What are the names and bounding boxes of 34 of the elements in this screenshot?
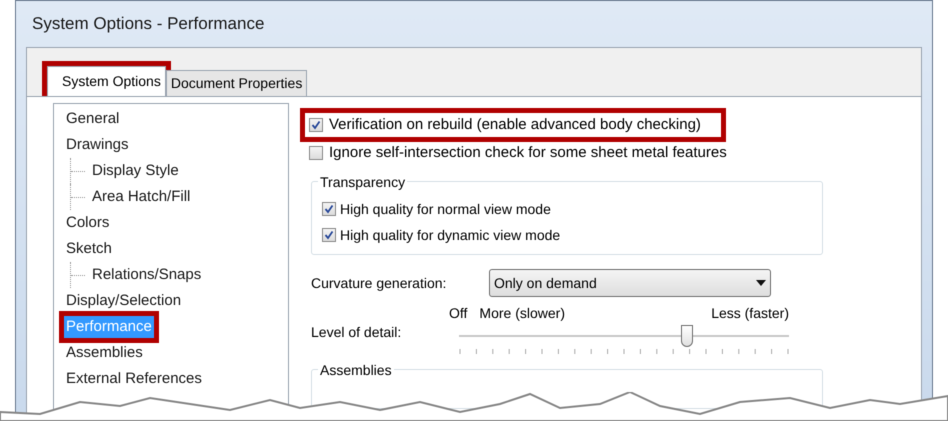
tab[interactable]: Document Properties bbox=[166, 70, 308, 96]
option-label: Ignore self-intersection check for some sheet metal features bbox=[329, 142, 727, 163]
scale-label: Off bbox=[449, 304, 468, 322]
option-label: High quality for normal view mode bbox=[340, 200, 551, 219]
field-label: Curvature generation: bbox=[311, 274, 448, 293]
checkmark-icon bbox=[324, 204, 334, 214]
checkbox-option[interactable]: Verification on rebuild (enable advanced body checking) bbox=[305, 113, 721, 137]
checkbox[interactable] bbox=[322, 228, 336, 242]
tree-item[interactable]: Area Hatch/Fill bbox=[90, 186, 192, 208]
scale-label: Less (faster) bbox=[711, 304, 789, 323]
field-label: Level of detail: bbox=[311, 323, 402, 342]
checkmark-icon bbox=[324, 230, 334, 240]
caret-icon bbox=[756, 280, 766, 286]
tree-item[interactable]: Sketch bbox=[64, 238, 114, 260]
tree-item[interactable]: Drawings bbox=[64, 134, 131, 156]
option-label: High quality for dynamic view mode bbox=[340, 226, 560, 245]
tree-item[interactable]: Display Style bbox=[90, 160, 181, 182]
tree-item[interactable]: Colors bbox=[64, 212, 112, 234]
tree-item[interactable]: General bbox=[64, 108, 122, 130]
slider-thumb[interactable] bbox=[680, 325, 693, 347]
checkbox[interactable] bbox=[309, 118, 323, 132]
scale-label: More (slower) bbox=[479, 304, 565, 323]
tree-item[interactable]: Assemblies bbox=[64, 342, 145, 364]
dropdown[interactable]: Only on demand bbox=[489, 269, 771, 297]
option-label: Verification on rebuild (enable advanced body checking) bbox=[329, 114, 701, 135]
window-title: System Options - Performance bbox=[32, 13, 264, 36]
checkbox[interactable] bbox=[309, 146, 323, 160]
checkmark-icon bbox=[311, 120, 321, 130]
tree-item[interactable]: Relations/Snaps bbox=[90, 264, 204, 286]
tree-item[interactable]: Display/Selection bbox=[64, 290, 184, 312]
checkbox[interactable] bbox=[322, 202, 336, 216]
slider[interactable] bbox=[459, 325, 789, 349]
checkbox-option[interactable]: Ignore self-intersection check for some sheet metal features bbox=[305, 141, 747, 165]
tree-item[interactable]: External References bbox=[64, 368, 204, 390]
